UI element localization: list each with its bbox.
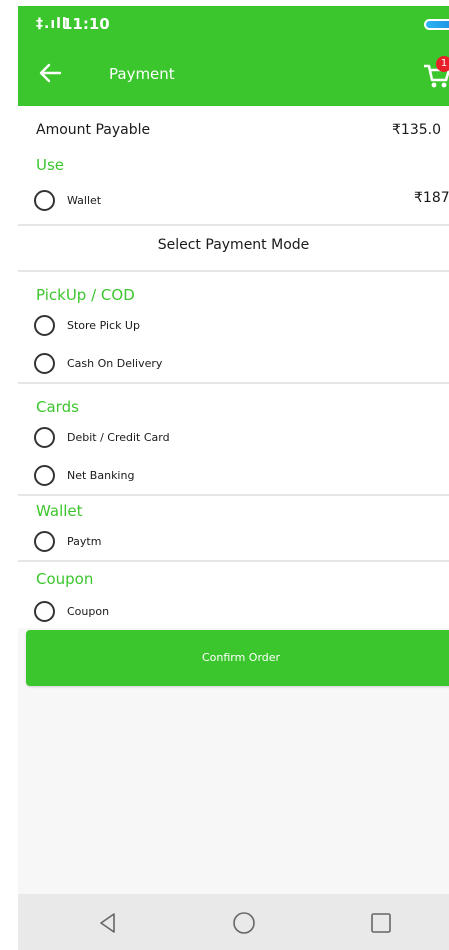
wallet-use-radio[interactable] <box>34 189 55 211</box>
cart-count-badge: 1 <box>436 56 449 72</box>
status-time: 11:10 <box>62 15 110 33</box>
system-nav-bar <box>18 894 449 950</box>
cards-heading: Cards <box>36 398 79 416</box>
net-banking-option[interactable]: Net Banking <box>34 462 134 488</box>
coupon-option[interactable]: Coupon <box>34 598 109 624</box>
coupon-radio[interactable] <box>34 600 55 622</box>
pickup-cod-heading: PickUp / COD <box>36 286 135 304</box>
coupon-heading: Coupon <box>36 570 94 588</box>
paytm-label: Paytm <box>67 534 102 548</box>
triangle-back-icon <box>100 913 115 933</box>
debit-credit-card-label: Debit / Credit Card <box>67 430 170 444</box>
nav-recent-button[interactable] <box>368 910 394 936</box>
cart-button[interactable]: 1 <box>422 56 449 90</box>
debit-credit-card-option[interactable]: Debit / Credit Card <box>34 424 170 450</box>
cards-section: Cards Debit / Credit Card Net Banking <box>18 384 449 494</box>
select-mode-row: Select Payment Mode <box>18 226 449 270</box>
paytm-option[interactable]: Paytm <box>34 528 101 554</box>
confirm-order-button[interactable]: Confirm Order <box>26 630 449 686</box>
wallet-balance-value: ₹187 <box>414 190 449 206</box>
select-payment-mode-title: Select Payment Mode <box>157 237 310 253</box>
battery-icon <box>424 19 449 30</box>
pickup-cod-section: PickUp / COD Store Pick Up Cash On Deliv… <box>18 272 449 382</box>
status-bar: ‡.ıll 11:10 <box>18 6 449 42</box>
use-heading: Use <box>36 156 65 174</box>
store-pickup-label: Store Pick Up <box>67 318 140 332</box>
cash-on-delivery-label: Cash On Delivery <box>67 356 163 370</box>
arrow-left-icon <box>39 63 62 83</box>
wallet-use-option[interactable]: Wallet <box>34 187 101 213</box>
cash-on-delivery-radio[interactable] <box>34 352 55 374</box>
store-pickup-option[interactable]: Store Pick Up <box>34 312 140 338</box>
wallet-heading: Wallet <box>36 502 83 520</box>
paytm-radio[interactable] <box>34 530 55 552</box>
nav-back-button[interactable] <box>95 910 121 936</box>
circle-home-icon <box>233 912 255 934</box>
net-banking-label: Net Banking <box>67 468 135 482</box>
cash-on-delivery-option[interactable]: Cash On Delivery <box>34 350 162 376</box>
nav-home-button[interactable] <box>231 910 257 936</box>
app-bar: Payment 1 <box>18 42 449 106</box>
page-title: Payment <box>109 65 175 83</box>
phone-screen: ‡.ıll 11:10 Payment 1 Amount Payable ₹13… <box>18 6 449 950</box>
summary-card: Amount Payable ₹135.0 Use Wallet ₹187 <box>18 106 449 224</box>
debit-credit-card-radio[interactable] <box>34 426 55 448</box>
square-recent-icon <box>371 913 391 933</box>
wallet-section: Wallet Paytm <box>18 496 449 560</box>
net-banking-radio[interactable] <box>34 464 55 486</box>
amount-payable-label: Amount Payable <box>36 122 151 138</box>
amount-payable-value: ₹135.0 <box>392 122 441 138</box>
coupon-section: Coupon Coupon <box>18 562 449 628</box>
coupon-label: Coupon <box>67 604 110 618</box>
wallet-use-label: Wallet <box>67 193 102 207</box>
store-pickup-radio[interactable] <box>34 314 55 336</box>
back-button[interactable] <box>36 60 66 86</box>
